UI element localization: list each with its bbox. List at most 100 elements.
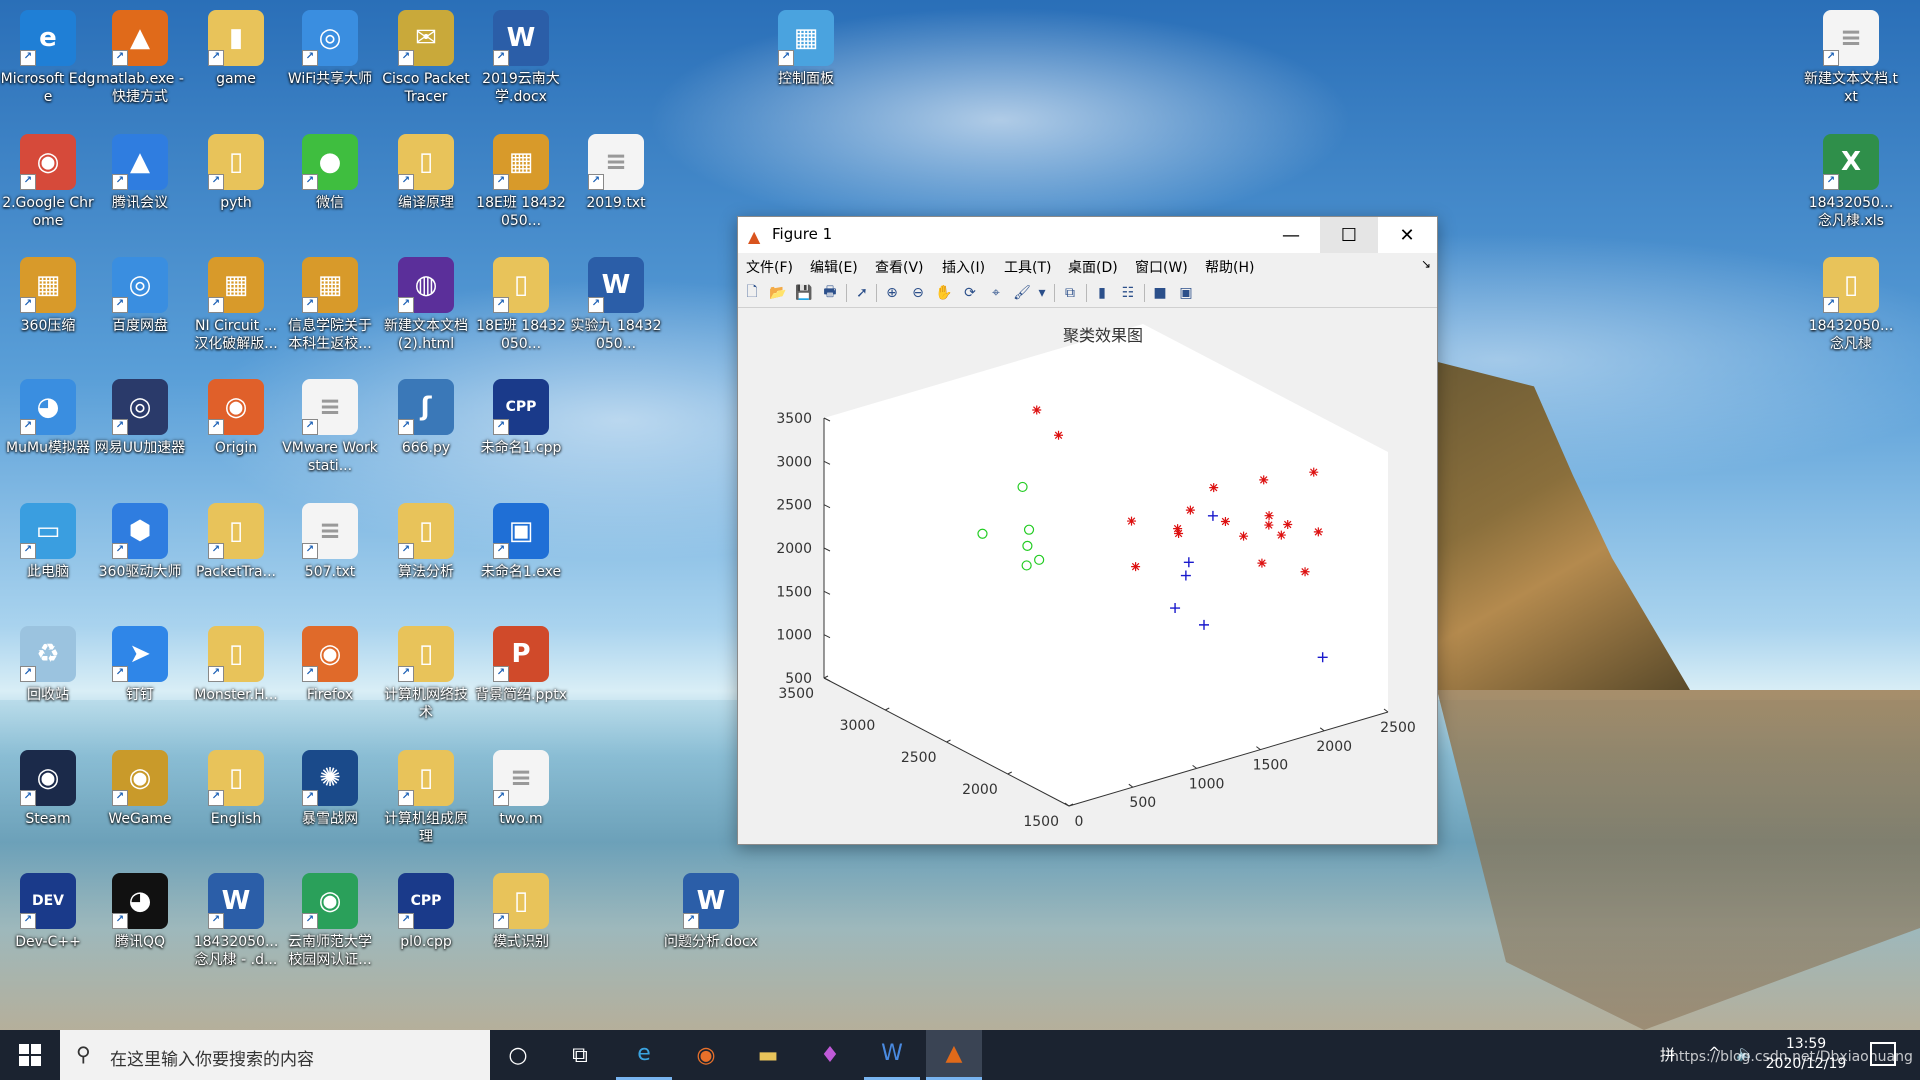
matlab-icon: ▲ [748, 227, 761, 246]
maximize-button[interactable]: ☐ [1320, 217, 1378, 253]
window-titlebar[interactable]: ▲ Figure 1 — ☐ ✕ [738, 217, 1437, 253]
desktop-icon[interactable]: ◉ ↗ 云南师范大学校园网认证... [284, 867, 376, 985]
menu-desktop[interactable]: 桌面(D) [1068, 257, 1118, 277]
desktop-icon[interactable]: ⬢ ↗ 360驱动大师 [94, 497, 186, 615]
desktop-icon[interactable]: ✺ ↗ 暴雪战网 [284, 744, 376, 862]
desktop-icon[interactable]: ▯ ↗ 计算机网络技术 [380, 620, 472, 738]
desktop-icon[interactable]: ▯ ↗ 18E班 18432050... [475, 251, 567, 369]
desktop-icon[interactable]: ▦ ↗ 信息学院关于本科生返校... [284, 251, 376, 369]
brush-dropdown-icon[interactable]: ▾ [1032, 283, 1052, 303]
open-file-icon[interactable]: 📂 [768, 283, 788, 303]
desktop-icon[interactable]: ◎ ↗ WiFi共享大师 [284, 4, 376, 122]
desktop-icon[interactable]: W ↗ 18432050... 念凡棣 - .d... [190, 867, 282, 985]
desktop-icon[interactable]: ▦ ↗ NI Circuit ... 汉化破解版... [190, 251, 282, 369]
desktop-icon[interactable]: ◕ ↗ 腾讯QQ [94, 867, 186, 985]
desktop-icon[interactable]: ◉ ↗ Steam [2, 744, 94, 862]
desktop-icon[interactable]: ▲ ↗ 腾讯会议 [94, 128, 186, 246]
desktop-icon[interactable]: ▯ ↗ 计算机组成原理 [380, 744, 472, 862]
link-plot-icon[interactable]: ⧉ [1060, 283, 1080, 303]
desktop-icon[interactable]: ● ↗ 微信 [284, 128, 376, 246]
desktop-icon[interactable]: DEV ↗ Dev-C++ [2, 867, 94, 985]
pan-hand-icon[interactable]: ✋ [934, 283, 954, 303]
desktop-icon[interactable]: ▦ ↗ 控制面板 [760, 4, 852, 122]
taskbar-edge[interactable]: e [616, 1030, 672, 1080]
desktop-icon-label: 新建文本文档(2).html [384, 318, 468, 352]
menu-edit[interactable]: 编辑(E) [810, 257, 858, 277]
desktop-icon[interactable]: ▣ ↗ 未命名1.exe [475, 497, 567, 615]
dock-arrow-icon[interactable]: ↘ [1421, 257, 1431, 271]
cluster-scatter-plot[interactable]: 500 1000 1500 2000 2500 3000 3500 1500 2000 2500 3… [738, 308, 1437, 844]
start-button[interactable] [0, 1030, 60, 1080]
desktop-icon[interactable]: W ↗ 实验九 18432050... [570, 251, 662, 369]
taskbar-matlab[interactable]: ▲ [926, 1030, 982, 1080]
desktop-icon[interactable]: ◎ ↗ 百度网盘 [94, 251, 186, 369]
desktop-icon[interactable]: ◉ ↗ Firefox [284, 620, 376, 738]
desktop-icon[interactable]: ◉ ↗ Origin [190, 373, 282, 491]
desktop-icon[interactable]: CPP ↗ pl0.cpp [380, 867, 472, 985]
close-button[interactable]: ✕ [1378, 217, 1436, 253]
taskbar-firefox[interactable]: ◉ [678, 1030, 734, 1080]
desktop-icon[interactable]: ▯ ↗ PacketTra... [190, 497, 282, 615]
zoom-out-icon[interactable]: ⊖ [908, 283, 928, 303]
print-icon[interactable]: 🖶 [820, 283, 840, 303]
task-view-button[interactable]: ⧉ [552, 1030, 608, 1080]
menu-view[interactable]: 查看(V) [875, 257, 924, 277]
desktop-icon[interactable]: ◍ ↗ 新建文本文档(2).html [380, 251, 472, 369]
zoom-in-icon[interactable]: ⊕ [882, 283, 902, 303]
desktop-icon[interactable]: ✉ ↗ Cisco Packet Tracer [380, 4, 472, 122]
rotate-3d-icon[interactable]: ⟳ [960, 283, 980, 303]
save-icon[interactable]: 💾 [794, 283, 814, 303]
desktop-icon[interactable]: ▯ ↗ 算法分析 [380, 497, 472, 615]
desktop-icon[interactable]: ◉ ↗ 2.Google Chrome [2, 128, 94, 246]
figure-canvas[interactable]: 500 1000 1500 2000 2500 3000 3500 1500 2000 2500 3… [738, 308, 1437, 844]
desktop-icon[interactable]: ◉ ↗ WeGame [94, 744, 186, 862]
taskbar-word[interactable]: W [864, 1030, 920, 1080]
taskbar-file-explorer[interactable]: ▬ [740, 1030, 796, 1080]
select-arrow-icon[interactable]: ➚ [852, 283, 872, 303]
desktop-icon[interactable]: CPP ↗ 未命名1.cpp [475, 373, 567, 491]
desktop-icon[interactable]: W ↗ 2019云南大学.docx [475, 4, 567, 122]
desktop-icon[interactable]: ≡ ↗ VMware Workstati... [282, 373, 378, 491]
menu-help[interactable]: 帮助(H) [1205, 257, 1254, 277]
desktop-icon[interactable]: ≡ ↗ 507.txt [284, 497, 376, 615]
desktop-icon[interactable]: ◎ ↗ 网易UU加速器 [94, 373, 186, 491]
search-box[interactable]: ⚲ 在这里输入你要搜索的内容 [60, 1030, 490, 1080]
desktop-icon[interactable]: ▯ ↗ 18432050... 念凡棣 [1805, 251, 1897, 369]
desktop-icon[interactable]: ➤ ↗ 钉钉 [94, 620, 186, 738]
colorbar-icon[interactable]: ▮ [1092, 283, 1112, 303]
menu-window[interactable]: 窗口(W) [1135, 257, 1188, 277]
desktop-icon[interactable]: ▯ ↗ 模式识别 [475, 867, 567, 985]
desktop-icon[interactable]: ▦ ↗ 360压缩 [2, 251, 94, 369]
desktop-icon[interactable]: P ↗ 背景简绍.pptx [475, 620, 567, 738]
desktop-icon[interactable]: ▯ ↗ 编译原理 [380, 128, 472, 246]
desktop-icon[interactable]: ▦ ↗ 18E班 18432050... [475, 128, 567, 246]
hide-plot-tools-icon[interactable]: ■ [1150, 283, 1170, 303]
desktop-icon[interactable]: ▯ ↗ pyth [190, 128, 282, 246]
desktop-icon[interactable]: ▯ ↗ Monster.H... [190, 620, 282, 738]
data-cursor-icon[interactable]: ⌖ [986, 283, 1006, 303]
new-figure-icon[interactable]: 🗋 [742, 283, 762, 303]
desktop-icon[interactable]: ▮ ↗ game [190, 4, 282, 122]
legend-icon[interactable]: ☷ [1118, 283, 1138, 303]
brush-icon[interactable]: 🖌 [1012, 283, 1032, 303]
desktop-icon[interactable]: ≡ ↗ two.m [475, 744, 567, 862]
desktop-icon[interactable]: W ↗ 问题分析.docx [664, 867, 758, 985]
minimize-button[interactable]: — [1262, 217, 1320, 253]
desktop-icon[interactable]: ≡ ↗ 2019.txt [570, 128, 662, 246]
menu-tools[interactable]: 工具(T) [1004, 257, 1051, 277]
desktop-icon[interactable]: X ↗ 18432050... 念凡棣.xls [1805, 128, 1897, 246]
menu-file[interactable]: 文件(F) [746, 257, 793, 277]
desktop-icon[interactable]: ▲ ↗ matlab.exe - 快捷方式 [94, 4, 186, 122]
desktop-icon[interactable]: ▭ ↗ 此电脑 [2, 497, 94, 615]
menu-insert[interactable]: 插入(I) [942, 257, 985, 277]
desktop-icon[interactable]: ≡ ↗ 新建文本文档.txt [1804, 4, 1898, 122]
desktop-icon[interactable]: ♻ ↗ 回收站 [2, 620, 94, 738]
taskbar-app-drop[interactable]: ♦ [802, 1030, 858, 1080]
cortana-button[interactable]: ○ [490, 1030, 546, 1080]
show-plot-tools-icon[interactable]: ▣ [1176, 283, 1196, 303]
desktop-icon[interactable]: ʃ ↗ 666.py [380, 373, 472, 491]
desktop-icon[interactable]: ▯ ↗ English [190, 744, 282, 862]
desktop-icon[interactable]: e ↗ Microsoft Edge [1, 4, 95, 122]
desktop-icon[interactable]: ◕ ↗ MuMu模拟器 [2, 373, 94, 491]
figure-window[interactable]: ▲ Figure 1 — ☐ ✕ 文件(F) 编辑(E) 查看(V) 插入(I)… [737, 216, 1438, 845]
